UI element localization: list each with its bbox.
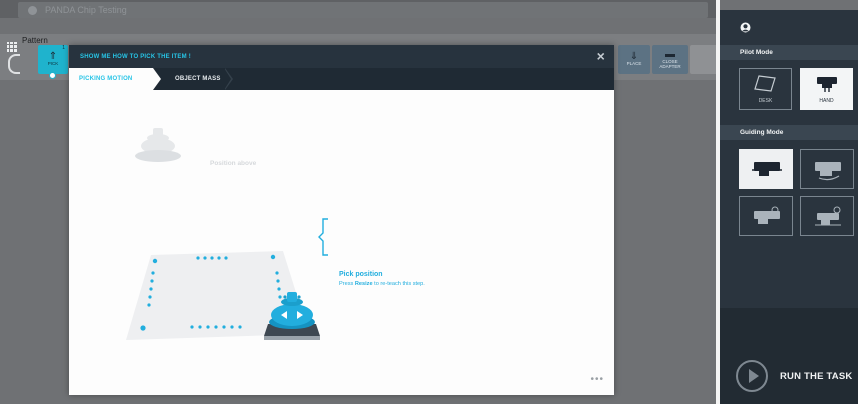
play-icon [736,360,768,392]
pick-connector-dot [49,72,56,79]
more-options-icon[interactable]: ••• [590,374,604,385]
guiding-mode-2-icon [815,162,841,181]
hand-mode-label: HAND [819,98,834,104]
desk-mode-button[interactable]: DESK [739,68,792,110]
background-task-bar: PANDA Chip Testing [18,2,708,18]
task-bar-text: PANDA Chip Testing [45,5,127,15]
grid-icon[interactable] [6,41,18,53]
pattern-label: Pattern [22,36,48,45]
pick-position-hint: Press Resize to re-teach this step. [339,281,427,288]
run-task-button[interactable]: RUN THE TASK [736,358,854,394]
tab-arrow [153,68,161,90]
pick-illustration [126,128,328,340]
panel-top-strip [720,0,858,10]
guiding-mode-header: Guiding Mode [720,125,858,140]
hint-resize-keyword: Resize [354,281,373,287]
guiding-mode-1-icon [752,162,782,176]
tab-object-mass[interactable]: OBJECT MASS [165,68,225,90]
pick-step-badge: 1 [62,45,65,51]
pick-teach-dialog: SHOW ME HOW TO PICK THE ITEM ! × PICKING… [69,45,614,395]
pilot-mode-header: Pilot Mode [720,45,858,60]
run-task-label: RUN THE TASK [780,370,853,382]
guiding-mode-option-4[interactable] [800,196,854,236]
hint-prefix: Press [339,281,355,287]
close-icon[interactable]: × [597,49,605,63]
dialog-header: SHOW ME HOW TO PICK THE ITEM ! × [69,45,614,68]
guiding-mode-3-icon [754,206,780,224]
callout-bracket [318,218,328,256]
pick-tile-label: PICK [47,61,59,67]
guiding-mode-option-3[interactable] [739,196,793,236]
dialog-title: SHOW ME HOW TO PICK THE ITEM ! [80,53,191,60]
pick-scene: Position above Pick position Press Resiz… [69,90,614,395]
tab-separator-inner [224,68,231,90]
tab-picking-motion[interactable]: PICKING MOTION [69,68,153,90]
desk-icon [754,75,776,92]
dialog-tabs: PICKING MOTION OBJECT MASS [69,68,614,90]
hand-icon [817,77,837,92]
ghost-gripper-icon [135,128,181,162]
desk-mode-label: DESK [758,98,773,104]
close-adapter-app-tile[interactable]: ▬ CLOSE ADAPTER [652,45,688,74]
hand-mode-button[interactable]: HAND [800,68,853,110]
place-app-tile[interactable]: ⇓ PLACE [618,45,650,74]
place-tile-label: PLACE [626,61,642,67]
pick-position-title: Pick position [339,271,383,278]
task-icon [28,5,37,15]
adapter-tile-label: CLOSE ADAPTER [659,58,681,69]
guiding-mode-option-2[interactable] [800,149,854,189]
user-icon[interactable] [740,22,751,33]
pattern-handle[interactable] [8,54,20,74]
position-above-label: Position above [210,160,257,167]
hint-suffix: to re-teach this step. [372,281,425,287]
pick-app-tile[interactable]: 1 ⇑ PICK [38,45,68,79]
guiding-mode-4-icon [815,206,841,226]
guiding-mode-option-1[interactable] [739,149,793,189]
